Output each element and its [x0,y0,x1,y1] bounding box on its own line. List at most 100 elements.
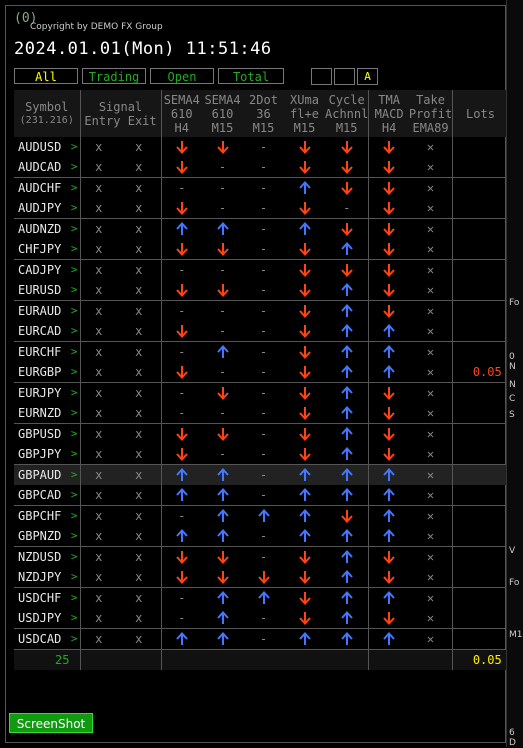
close-icon[interactable]: ✕ [408,485,454,506]
symbol-cell[interactable]: GBPUSD > [14,423,81,444]
footer-total-lots: 0.05 [452,649,508,670]
entry-cell: x [80,444,117,465]
symbol-cell[interactable]: USDCAD > [14,628,81,650]
close-icon[interactable]: ✕ [408,341,454,362]
tab-open[interactable]: Open [150,68,214,84]
col-header-ind7: Take Profit EMA89 [408,90,454,137]
close-icon[interactable]: ✕ [408,198,454,219]
close-icon[interactable]: ✕ [408,239,454,260]
close-icon[interactable]: ✕ [408,218,454,239]
symbol-cell[interactable]: AUDCAD > [14,157,81,178]
table-row[interactable]: USDJPY > x x - - ✕ [14,608,508,629]
table-row[interactable]: EURUSD > x x - ✕ [14,280,508,301]
lots-cell [453,301,508,322]
close-icon[interactable]: ✕ [408,362,454,383]
symbol-cell[interactable]: EURCHF > [14,341,81,362]
close-icon[interactable]: ✕ [408,505,454,526]
table-row[interactable]: NZDUSD > x x - ✕ [14,546,508,567]
table-row[interactable]: AUDNZD > x x - ✕ [14,218,508,239]
symbol-cell[interactable]: EURJPY > [14,382,81,403]
table-row[interactable]: EURGBP > x x - - ✕ 0.05 [14,362,508,383]
symbol-cell[interactable]: AUDJPY > [14,198,81,219]
close-icon[interactable]: ✕ [408,300,454,321]
table-row[interactable]: GBPJPY > x x - - ✕ [14,444,508,465]
table-row[interactable]: AUDCAD > x x - - ✕ [14,157,508,178]
close-icon[interactable]: ✕ [408,567,454,588]
neutral-dash: - [218,263,227,277]
symbol-cell[interactable]: USDCHF > [14,587,81,608]
footer-symbol-count: 25 [14,649,81,670]
close-icon[interactable]: ✕ [408,403,454,424]
arrow-up-icon [202,588,243,609]
arrow-up-icon [325,485,370,506]
symbol-cell[interactable]: EURUSD > [14,280,81,301]
table-row[interactable]: GBPAUD > x x - ✕ [14,464,508,485]
symbol-cell[interactable]: CADJPY > [14,259,81,280]
close-icon[interactable]: ✕ [408,608,454,629]
mini-button-a[interactable]: A [357,68,378,85]
symbol-cell[interactable]: EURNZD > [14,403,81,424]
symbol-cell[interactable]: USDJPY > [14,608,81,629]
table-row[interactable]: GBPUSD > x x - ✕ [14,423,508,444]
chevron-right-icon: > [70,611,78,624]
symbol-cell[interactable]: EURGBP > [14,362,81,383]
symbol-cell[interactable]: NZDJPY > [14,567,81,588]
close-icon[interactable]: ✕ [408,587,454,608]
table-row[interactable]: USDCAD > x x - ✕ [14,628,508,650]
mini-button-1[interactable] [311,68,332,85]
arrow-up-icon [368,321,409,342]
symbol-cell[interactable]: CHFJPY > [14,239,81,260]
close-icon[interactable]: ✕ [408,382,454,403]
table-row[interactable]: EURCAD > x x - - ✕ [14,321,508,342]
symbol-cell[interactable]: GBPAUD > [14,464,81,485]
col-header-symbol: Symbol (231.216) [14,90,81,137]
close-icon[interactable]: ✕ [408,444,454,465]
screenshot-button[interactable]: ScreenShot [9,713,93,733]
table-row[interactable]: GBPCHF > x x - ✕ [14,505,508,526]
close-icon[interactable]: ✕ [408,177,454,198]
tab-all[interactable]: All [14,68,78,84]
close-icon[interactable]: ✕ [408,157,454,178]
tab-trading[interactable]: Trading [82,68,146,84]
close-icon[interactable]: ✕ [408,280,454,301]
exit-cell: x [117,444,162,465]
symbol-cell[interactable]: GBPCHF > [14,505,81,526]
table-row[interactable]: AUDUSD > x x - ✕ [14,137,508,157]
close-icon[interactable]: ✕ [408,137,454,157]
strip-label: S [509,410,515,420]
table-row[interactable]: CHFJPY > x x - ✕ [14,239,508,260]
table-row[interactable]: GBPCAD > x x - ✕ [14,485,508,506]
close-icon[interactable]: ✕ [408,628,454,650]
close-icon[interactable]: ✕ [408,464,454,485]
symbol-cell[interactable]: EURCAD > [14,321,81,342]
table-row[interactable]: AUDJPY > x x - - - ✕ [14,198,508,219]
table-row[interactable]: EURJPY > x x - - ✕ [14,382,508,403]
symbol-cell[interactable]: GBPJPY > [14,444,81,465]
table-row[interactable]: AUDCHF > x x - - - ✕ [14,177,508,198]
symbol-cell[interactable]: AUDNZD > [14,218,81,239]
symbol-cell[interactable]: NZDUSD > [14,546,81,567]
symbol-cell[interactable]: GBPNZD > [14,526,81,547]
exit-cell: x [117,464,162,485]
table-row[interactable]: EURCHF > x x - - ✕ [14,341,508,362]
symbol-cell[interactable]: AUDUSD > [14,137,81,157]
table-row[interactable]: USDCHF > x x - ✕ [14,587,508,609]
table-row[interactable]: CADJPY > x x - - - ✕ [14,259,508,280]
mini-button-2[interactable] [334,68,355,85]
table-row[interactable]: NZDJPY > x x ✕ [14,567,508,588]
table-row[interactable]: EURNZD > x x - - - ✕ [14,403,508,424]
arrow-down-icon [161,321,202,342]
arrow-up-icon [202,608,243,629]
symbol-cell[interactable]: AUDCHF > [14,177,81,198]
close-icon[interactable]: ✕ [408,321,454,342]
close-icon[interactable]: ✕ [408,546,454,567]
table-row[interactable]: EURAUD > x x - - - ✕ [14,300,508,322]
close-icon[interactable]: ✕ [408,259,454,280]
symbol-cell[interactable]: EURAUD > [14,300,81,321]
symbol-cell[interactable]: GBPCAD > [14,485,81,506]
table-row[interactable]: GBPNZD > x x - ✕ [14,526,508,547]
lots-cell [452,280,508,301]
tab-total[interactable]: Total [218,68,284,84]
close-icon[interactable]: ✕ [408,526,454,547]
close-icon[interactable]: ✕ [408,423,454,444]
